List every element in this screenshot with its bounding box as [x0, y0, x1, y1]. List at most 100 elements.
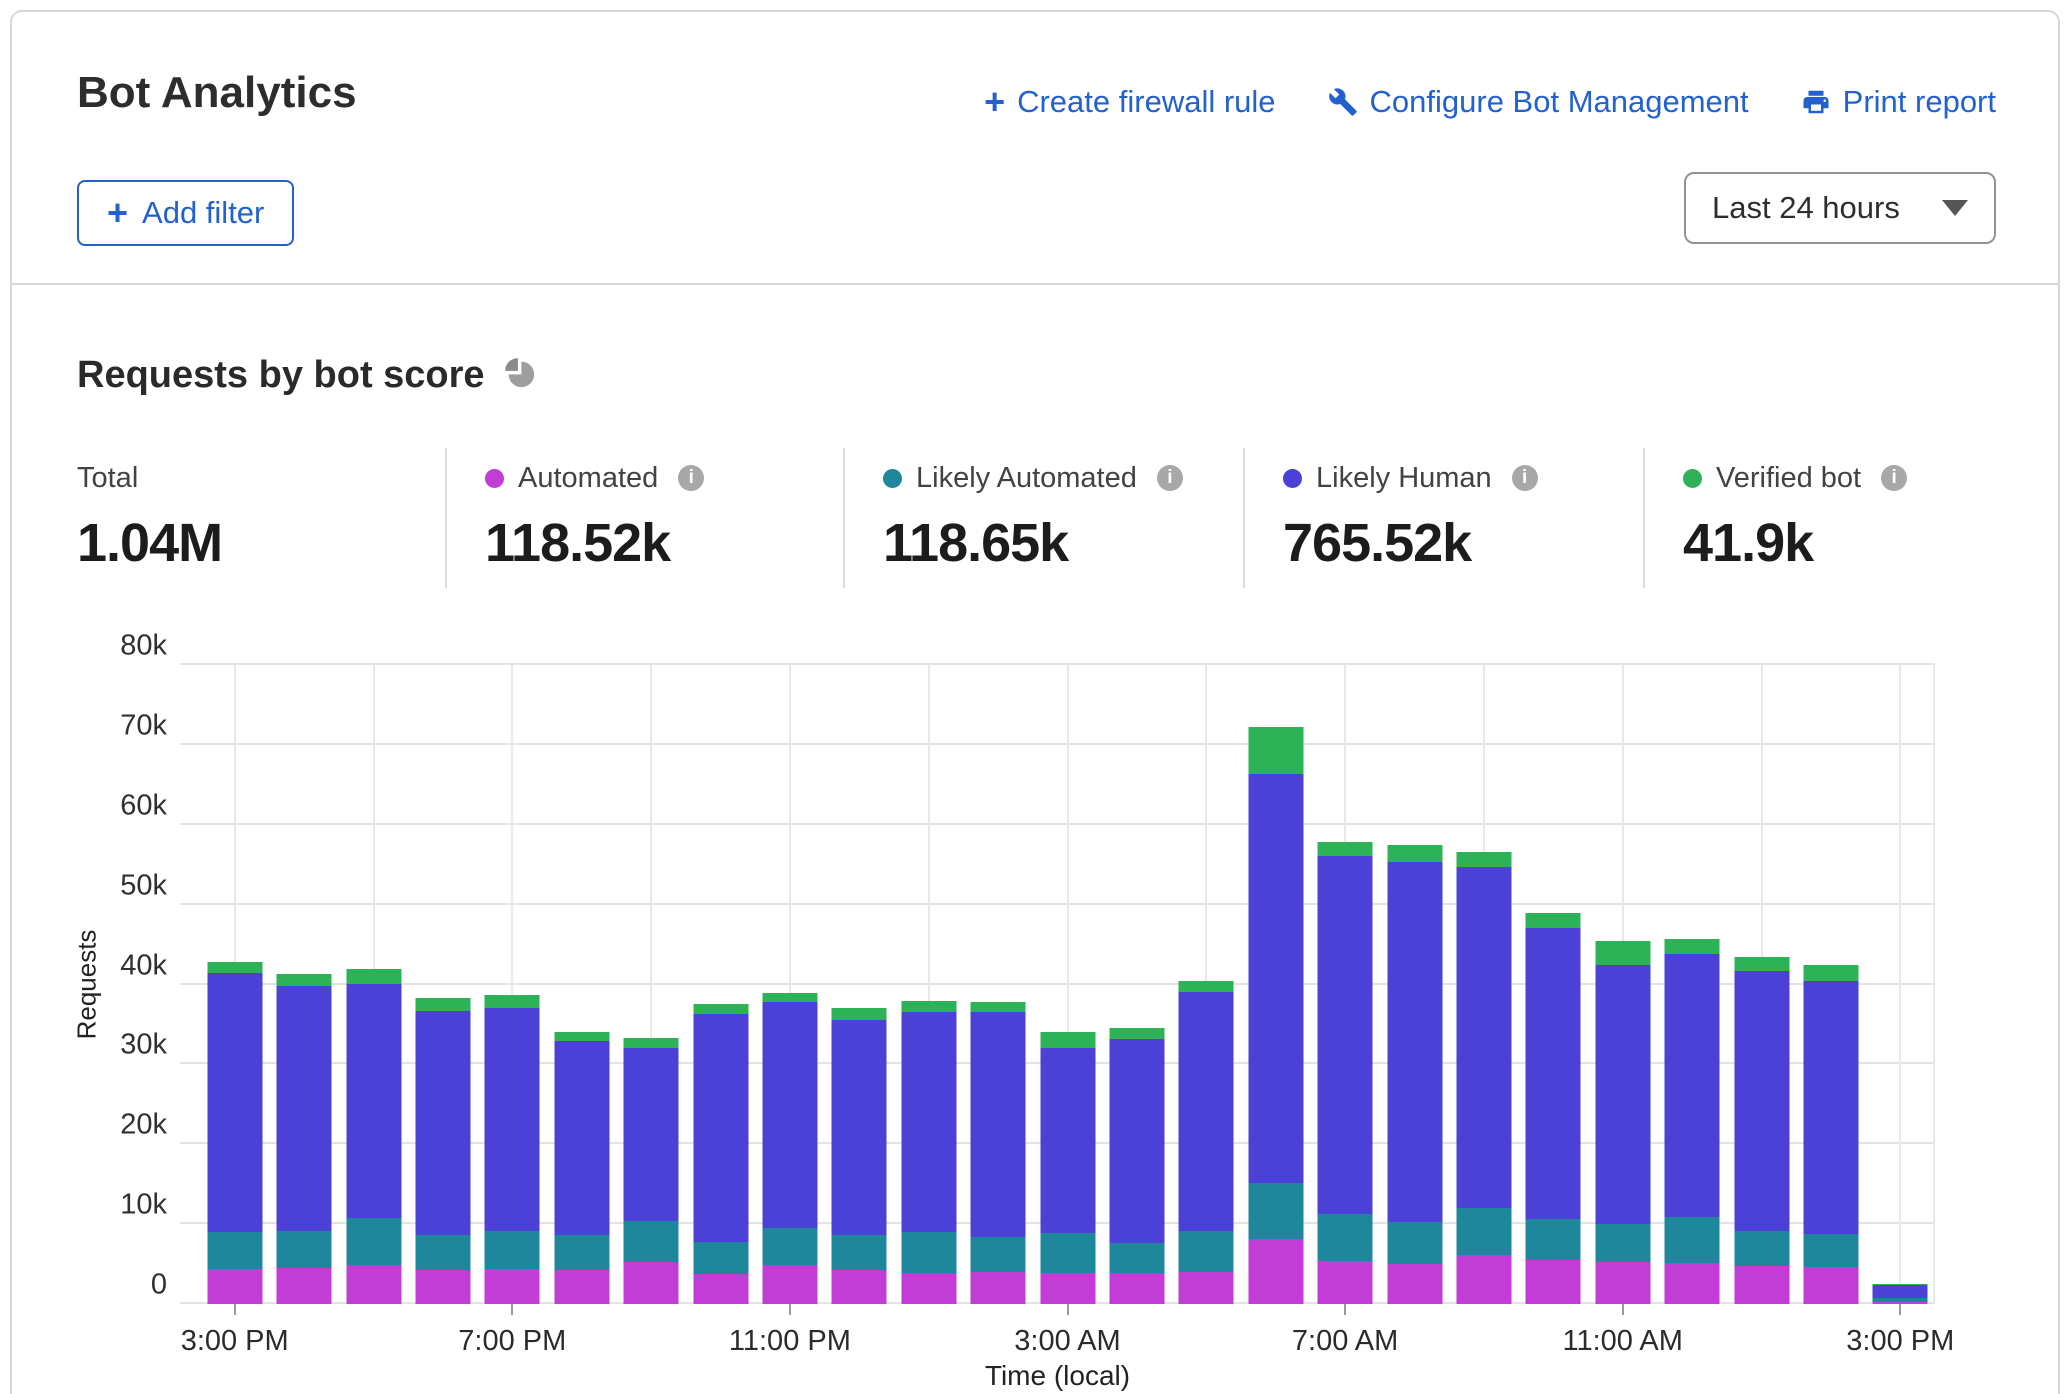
time-range-select[interactable]: Last 24 hours — [1684, 172, 1996, 244]
info-icon[interactable]: i — [1881, 465, 1907, 491]
add-filter-button[interactable]: + Add filter — [77, 180, 294, 246]
bar-slot-4 — [478, 665, 547, 1304]
stat-verified-bot[interactable]: Verified boti41.9k — [1643, 448, 1998, 588]
stacked-bar-24 — [1873, 1284, 1928, 1304]
segment-verified-bot — [762, 993, 817, 1003]
y-tick-label: 70k — [120, 709, 167, 742]
segment-likely-human — [624, 1048, 679, 1221]
y-tick-label: 60k — [120, 789, 167, 822]
segment-automated — [1526, 1260, 1581, 1304]
segment-automated — [485, 1269, 540, 1304]
info-icon[interactable]: i — [1512, 465, 1538, 491]
segment-automated — [207, 1269, 262, 1304]
bar-slot-3 — [408, 665, 477, 1304]
bar-slot-7 — [686, 665, 755, 1304]
segment-verified-bot — [1109, 1028, 1164, 1038]
segment-likely-human — [1457, 867, 1512, 1208]
segment-likely-automated — [624, 1221, 679, 1263]
segment-verified-bot — [1040, 1032, 1095, 1048]
segment-automated — [971, 1272, 1026, 1304]
stat-likely-human[interactable]: Likely Humani765.52k — [1243, 448, 1643, 588]
x-tick-mark — [1899, 1304, 1901, 1315]
segment-verified-bot — [207, 962, 262, 973]
y-tick-label: 20k — [120, 1109, 167, 1142]
segment-likely-automated — [1526, 1219, 1581, 1260]
segment-automated — [1665, 1263, 1720, 1304]
info-icon[interactable]: i — [678, 465, 704, 491]
segment-automated — [1734, 1266, 1789, 1304]
info-icon[interactable]: i — [1157, 465, 1183, 491]
x-tick-label: 11:00 PM — [729, 1325, 851, 1358]
segment-likely-automated — [832, 1235, 887, 1270]
segment-likely-human — [1179, 992, 1234, 1231]
segment-likely-automated — [971, 1237, 1026, 1272]
segment-likely-human — [1526, 928, 1581, 1220]
bar-slot-20 — [1588, 665, 1657, 1304]
segment-likely-automated — [554, 1235, 609, 1270]
segment-likely-human — [1387, 862, 1442, 1222]
bot-analytics-card: Bot Analytics + Create firewall rule Con… — [10, 10, 2060, 1394]
segment-verified-bot — [415, 998, 470, 1011]
section-title: Requests by bot score — [77, 354, 485, 397]
stat-value: 765.52k — [1283, 512, 1643, 574]
stacked-bar-14 — [1179, 981, 1234, 1304]
segment-likely-automated — [1595, 1224, 1650, 1262]
segment-likely-automated — [207, 1232, 262, 1269]
legend-dot — [883, 469, 902, 488]
stacked-bar-21 — [1665, 939, 1720, 1304]
segment-likely-human — [1873, 1285, 1928, 1299]
segment-likely-human — [693, 1014, 748, 1242]
stacked-bar-11 — [971, 1002, 1026, 1304]
stacked-bar-18 — [1457, 852, 1512, 1304]
header-actions: + Create firewall rule Configure Bot Man… — [984, 84, 1996, 120]
stat-label: Automated — [518, 462, 658, 495]
bar-slots — [200, 665, 1935, 1304]
bar-slot-0 — [200, 665, 269, 1304]
segment-likely-human — [1040, 1048, 1095, 1233]
segment-automated — [1040, 1273, 1095, 1304]
create-firewall-rule-link[interactable]: + Create firewall rule — [984, 84, 1275, 120]
plot-area: 010k20k30k40k50k60k70k80k3:00 PM7:00 PM1… — [180, 665, 1935, 1304]
segment-verified-bot — [1526, 913, 1581, 928]
section-title-row: Requests by bot score — [77, 354, 537, 397]
segment-verified-bot — [346, 969, 401, 983]
segment-verified-bot — [1734, 957, 1789, 971]
segment-automated — [415, 1270, 470, 1304]
segment-verified-bot — [1318, 842, 1373, 856]
stat-likely-automated[interactable]: Likely Automatedi118.65k — [843, 448, 1243, 588]
stacked-bar-12 — [1040, 1032, 1095, 1304]
segment-verified-bot — [693, 1004, 748, 1014]
segment-verified-bot — [624, 1038, 679, 1048]
segment-likely-automated — [1734, 1231, 1789, 1266]
segment-verified-bot — [1179, 981, 1234, 992]
configure-bot-management-link[interactable]: Configure Bot Management — [1328, 84, 1749, 120]
segment-verified-bot — [554, 1032, 609, 1042]
segment-likely-automated — [693, 1242, 748, 1274]
bar-slot-8 — [755, 665, 824, 1304]
y-tick-label: 40k — [120, 949, 167, 982]
segment-automated — [1457, 1255, 1512, 1304]
segment-likely-automated — [415, 1235, 470, 1271]
chevron-down-icon — [1942, 200, 1968, 216]
segment-likely-automated — [1318, 1214, 1373, 1261]
segment-verified-bot — [1457, 852, 1512, 867]
stat-automated[interactable]: Automatedi118.52k — [445, 448, 843, 588]
segment-verified-bot — [277, 974, 332, 986]
plus-icon: + — [107, 195, 128, 231]
x-tick-label: 7:00 PM — [458, 1325, 566, 1358]
segment-likely-human — [832, 1020, 887, 1236]
x-tick-mark — [1344, 1304, 1346, 1315]
stacked-bar-7 — [693, 1004, 748, 1304]
segment-automated — [1179, 1272, 1234, 1304]
segment-automated — [1595, 1262, 1650, 1304]
bar-slot-11 — [963, 665, 1032, 1304]
segment-verified-bot — [971, 1002, 1026, 1012]
print-report-link[interactable]: Print report — [1801, 84, 1996, 120]
bar-slot-17 — [1380, 665, 1449, 1304]
segment-automated — [1248, 1239, 1303, 1304]
segment-automated — [693, 1274, 748, 1304]
bar-slot-9 — [825, 665, 894, 1304]
segment-likely-automated — [346, 1218, 401, 1265]
stacked-bar-3 — [415, 998, 470, 1304]
print-report-label: Print report — [1843, 84, 1996, 120]
